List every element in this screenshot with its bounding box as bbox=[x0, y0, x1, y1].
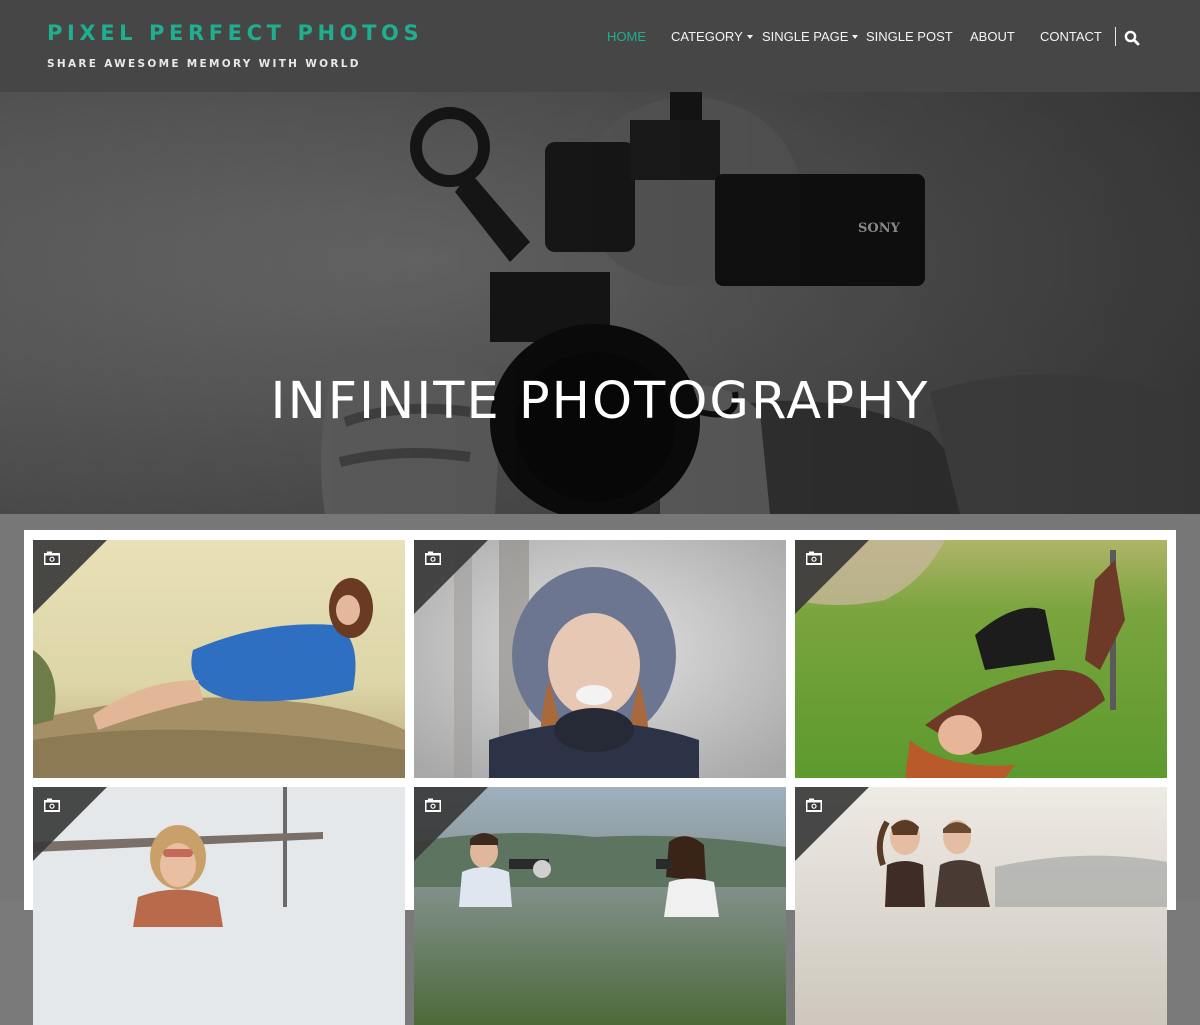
nav-about-label: ABOUT bbox=[970, 29, 1015, 44]
nav-single-page[interactable]: SINGLE PAGE bbox=[762, 28, 859, 46]
gallery-item[interactable] bbox=[414, 787, 786, 1025]
camera-icon bbox=[806, 551, 822, 565]
hero-title: INFINITE PHOTOGRAPHY bbox=[270, 372, 930, 431]
site-header: PIXEL PERFECT PHOTOS SHARE AWESOME MEMOR… bbox=[0, 0, 1200, 92]
nav-about[interactable]: ABOUT bbox=[970, 28, 1015, 46]
nav-divider bbox=[1115, 27, 1116, 46]
hero-background-image: SONY bbox=[0, 92, 1200, 514]
nav-contact[interactable]: CONTACT bbox=[1040, 28, 1102, 46]
camera-icon bbox=[425, 551, 441, 565]
gallery-item[interactable] bbox=[795, 540, 1167, 778]
camera-icon bbox=[44, 551, 60, 565]
gallery-item[interactable] bbox=[33, 540, 405, 778]
nav-single-post-label: SINGLE POST bbox=[866, 29, 953, 44]
nav-category-label: CATEGORY bbox=[671, 29, 743, 44]
nav-single-page-label: SINGLE PAGE bbox=[762, 29, 849, 44]
main-nav: HOME CATEGORY SINGLE PAGE SINGLE POST AB… bbox=[0, 28, 1200, 48]
nav-contact-label: CONTACT bbox=[1040, 29, 1102, 44]
hero-banner: SONY INFINITE PHOTOGRAPHY bbox=[0, 92, 1200, 514]
gallery-item[interactable] bbox=[795, 787, 1167, 1025]
chevron-down-icon bbox=[746, 35, 753, 39]
nav-home[interactable]: HOME bbox=[607, 28, 646, 46]
site-tagline: SHARE AWESOME MEMORY WITH WORLD bbox=[47, 58, 361, 70]
nav-home-label: HOME bbox=[607, 29, 646, 44]
search-button[interactable] bbox=[1123, 29, 1141, 47]
camera-icon bbox=[44, 798, 60, 812]
gallery-item[interactable] bbox=[414, 540, 786, 778]
camera-icon bbox=[425, 798, 441, 812]
search-icon bbox=[1124, 30, 1140, 46]
nav-category[interactable]: CATEGORY bbox=[671, 28, 753, 46]
chevron-down-icon bbox=[852, 35, 859, 39]
gallery-item[interactable] bbox=[33, 787, 405, 1025]
camera-icon bbox=[806, 798, 822, 812]
nav-single-post[interactable]: SINGLE POST bbox=[866, 28, 953, 46]
